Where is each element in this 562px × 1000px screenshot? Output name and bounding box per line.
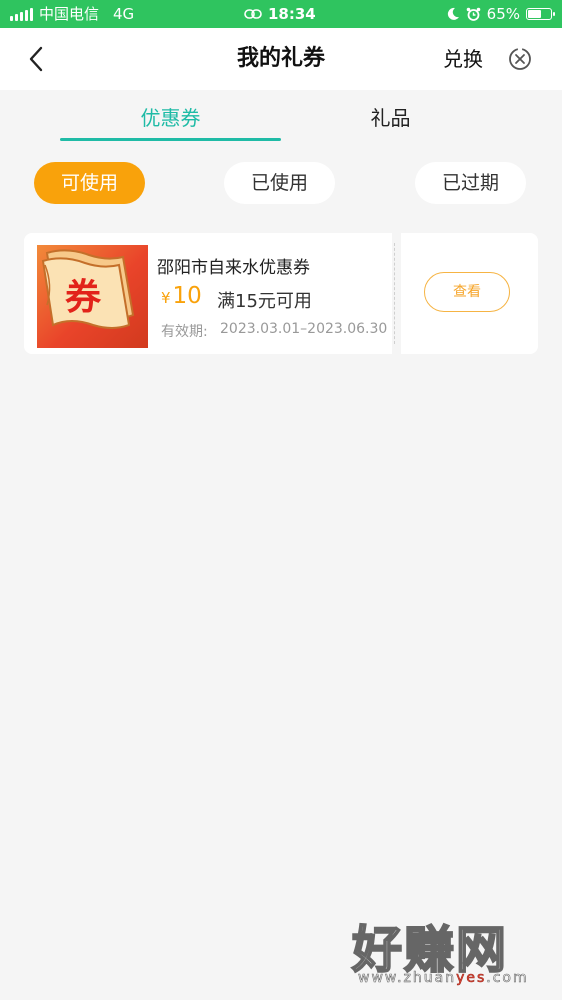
coupon-currency: ¥ [161, 289, 171, 307]
coupon-card[interactable]: 券 邵阳市自来水优惠券 ¥10 满15元可用 有效期: 2023.03.01–2… [24, 233, 538, 354]
nav-bar: 我的礼券 兑换 [0, 28, 562, 90]
battery-level [528, 10, 541, 18]
filter-usable[interactable]: 可使用 [34, 162, 145, 204]
status-time: 18:34 [268, 5, 316, 23]
coupon-image: 券 [37, 245, 148, 348]
watermark-url: www.zhuanyes.com [358, 970, 529, 987]
coupon-stub: 查看 [401, 233, 538, 354]
battery-icon [526, 8, 555, 20]
watermark-url-prefix: www.zhuan [358, 970, 457, 987]
coupon-condition: 满15元可用 [217, 291, 312, 312]
close-circle-icon [509, 46, 531, 70]
status-bar: 中国电信 4G 18:34 65% [0, 0, 562, 28]
filter-expired[interactable]: 已过期 [415, 162, 526, 204]
tab-coupons[interactable]: 优惠券 [60, 90, 281, 142]
coupon-value: ¥10 [161, 283, 202, 309]
filter-used[interactable]: 已使用 [224, 162, 335, 204]
network-label: 4G [113, 5, 135, 23]
watermark: 好赚网 www.zhuanyes.com [351, 910, 542, 990]
coupon-main: 券 邵阳市自来水优惠券 ¥10 满15元可用 有效期: 2023.03.01–2… [24, 233, 392, 354]
coupon-amount: 10 [172, 283, 202, 309]
moon-icon [447, 7, 459, 20]
coupon-ticket-icon: 券 [41, 249, 135, 329]
tab-gifts[interactable]: 礼品 [300, 90, 481, 142]
coupon-validity-label: 有效期: [161, 324, 208, 340]
coupon-image-text: 券 [65, 277, 102, 318]
watermark-url-suffix: .com [486, 970, 529, 987]
view-button[interactable]: 查看 [424, 272, 510, 312]
coupon-validity: 2023.03.01–2023.06.30 [220, 321, 388, 337]
carrier-label: 中国电信 [39, 5, 100, 23]
alarm-icon [466, 7, 480, 21]
close-button[interactable] [506, 45, 534, 73]
coupon-name: 邵阳市自来水优惠券 [157, 258, 310, 278]
redeem-button[interactable]: 兑换 [443, 28, 483, 90]
tab-active-indicator [60, 138, 281, 141]
link-icon [244, 9, 262, 19]
coupon-divider [394, 243, 395, 344]
tab-bar: 优惠券 礼品 [0, 90, 562, 142]
watermark-url-accent: yes [456, 970, 487, 987]
battery-percent: 65% [486, 5, 520, 23]
signal-icon [10, 7, 33, 21]
